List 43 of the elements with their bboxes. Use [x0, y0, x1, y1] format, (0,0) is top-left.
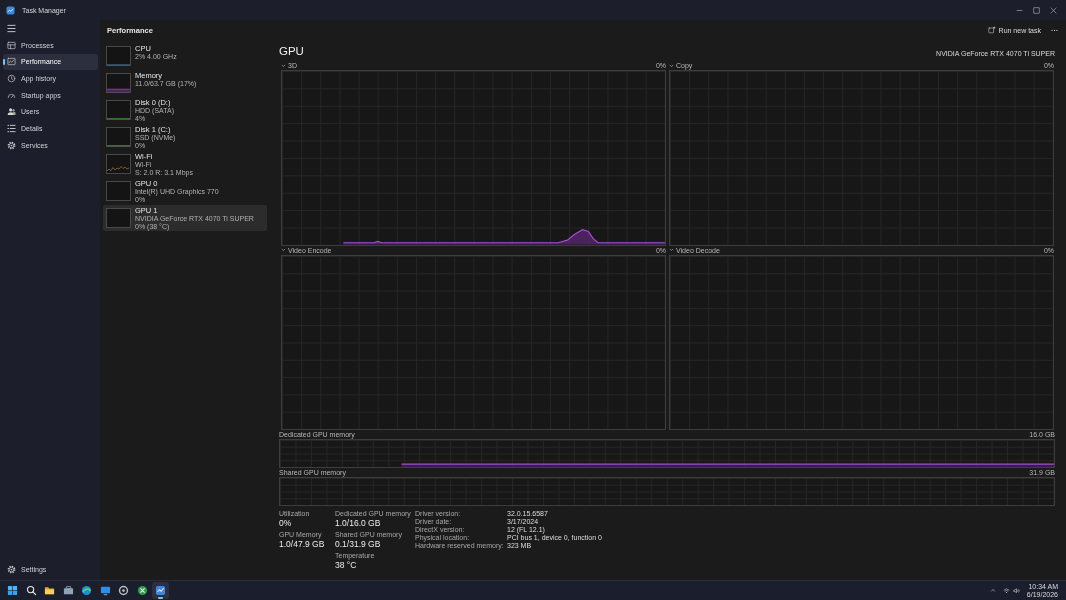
stat-value: 0%: [279, 518, 292, 529]
more-icon: [1050, 28, 1058, 32]
window-plus-icon: [987, 26, 996, 34]
wifi-icon: [1002, 587, 1010, 594]
mini-graph-icon: [106, 72, 131, 93]
four-squares-icon: [7, 585, 18, 596]
speaker-icon: [1012, 587, 1020, 594]
stat-value: 1.0/47.9 GB: [279, 539, 325, 550]
mini-graph-icon: [106, 45, 131, 66]
ring-icon: [118, 585, 129, 596]
briefcase-icon: [62, 585, 74, 596]
swirl-icon: [81, 585, 92, 596]
caret-icon: [669, 248, 674, 252]
caret-icon: [281, 63, 286, 68]
menu-icon: [7, 23, 16, 33]
cog-icon: [7, 140, 16, 150]
clock-icon: [7, 73, 16, 83]
folder-icon: [44, 585, 55, 596]
caret-icon: [281, 248, 286, 252]
maximize-icon: [1033, 6, 1040, 14]
taskbar-button[interactable]: [152, 582, 169, 599]
chevron-up-icon: [989, 588, 996, 593]
pulse-chart-icon: [7, 57, 16, 67]
settings-icon: [7, 564, 16, 574]
grid-icon: [7, 40, 16, 50]
stat-value: 38 °C: [335, 560, 357, 571]
mini-graph-icon: [106, 180, 131, 201]
close-icon: [1050, 6, 1057, 14]
people-icon: [7, 107, 16, 117]
caret-icon: [669, 63, 674, 68]
chart-icon: [6, 5, 15, 15]
mini-graph-icon: [106, 153, 131, 174]
x-circle-icon: [136, 585, 148, 596]
stat-value: 1.0/16.0 GB: [335, 518, 381, 529]
list-icon: [7, 123, 16, 133]
mini-graph-icon: [106, 126, 131, 147]
search-icon: [25, 585, 37, 596]
mini-graph-icon: [106, 207, 131, 228]
section-title: GPU: [279, 45, 304, 58]
chart-icon: [155, 585, 166, 596]
monitor-icon: [99, 585, 111, 596]
stat-value: 0.1/31.9 GB: [335, 539, 381, 550]
mini-graph-icon: [106, 99, 131, 120]
